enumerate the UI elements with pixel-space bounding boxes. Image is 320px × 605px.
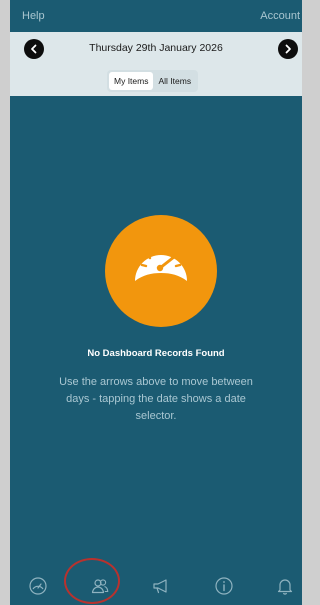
- tab-announcements[interactable]: [150, 575, 172, 597]
- help-link[interactable]: Help: [22, 10, 45, 22]
- dashboard-icon: [29, 577, 47, 595]
- tab-my-items[interactable]: My Items: [109, 72, 154, 90]
- bell-icon: [277, 579, 293, 595]
- bottom-tab-bar: [10, 571, 302, 605]
- tab-dashboard[interactable]: [27, 575, 49, 597]
- app-screen: Help Account Thursday 29th January 2026 …: [10, 0, 302, 605]
- next-day-button[interactable]: [278, 39, 298, 59]
- current-date[interactable]: Thursday 29th January 2026: [10, 42, 302, 54]
- tab-all-items[interactable]: All Items: [153, 72, 196, 90]
- screenshot-frame: Help Account Thursday 29th January 2026 …: [0, 0, 308, 605]
- account-link[interactable]: Account: [260, 10, 300, 22]
- chevron-right-icon: [285, 44, 291, 54]
- date-selector-bar: Thursday 29th January 2026 My Items All …: [10, 32, 302, 96]
- tab-notifications[interactable]: [274, 575, 296, 597]
- empty-state-description: Use the arrows above to move between day…: [59, 376, 253, 422]
- top-bar: Help Account: [10, 0, 302, 32]
- empty-state-badge: [105, 215, 217, 327]
- info-icon: [215, 577, 233, 595]
- annotation-highlight-circle: [64, 558, 120, 604]
- tab-info[interactable]: [213, 575, 235, 597]
- megaphone-icon: [153, 579, 167, 594]
- empty-state-title: No Dashboard Records Found: [87, 348, 225, 359]
- speedometer-icon: [135, 247, 187, 281]
- items-filter-toggle: My Items All Items: [107, 70, 199, 92]
